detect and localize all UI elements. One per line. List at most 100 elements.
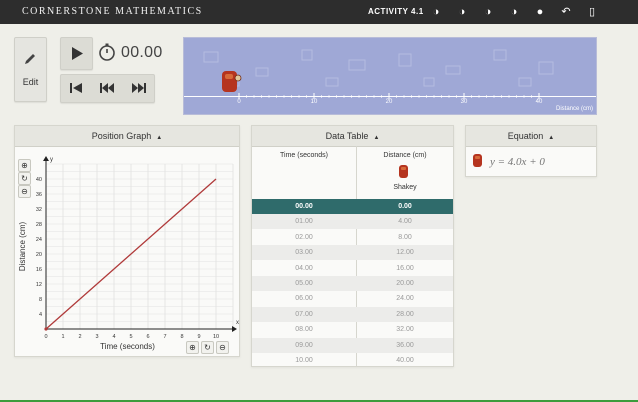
shakey-icon	[473, 154, 482, 167]
caret-up-icon: ▲	[548, 135, 555, 141]
table-row[interactable]: 06.00 24.00	[252, 291, 453, 306]
motion-strip[interactable]: 0 10 20 30 40 Distance (cm)	[183, 37, 597, 115]
strip-tick-10: 10	[310, 99, 318, 105]
y-tick-label: 40	[36, 177, 42, 183]
x-axis-label: Time (seconds)	[100, 342, 155, 351]
position-graph-panel: Position Graph ▲ ⊕ ↻ ⊖ 0 1 2 3 4 5 6 7 8 9 10 4 8 12 16…	[14, 125, 240, 357]
data-table-header[interactable]: Data Table ▲	[252, 126, 453, 147]
equation-panel: Equation ▲ y = 4.0x + 0	[465, 125, 597, 177]
y-tick-label: 4	[39, 312, 42, 318]
table-row[interactable]: 00.00 0.00	[252, 199, 453, 214]
contrast-3-icon[interactable]: ◑	[481, 5, 495, 19]
time-cell: 06.00	[295, 295, 313, 303]
shakey-icon	[399, 165, 408, 178]
contrast-2-icon[interactable]: ◑	[455, 5, 469, 19]
x-tick-label: 8	[180, 334, 183, 340]
time-cell: 03.00	[295, 249, 313, 257]
x-tick-label: 0	[44, 334, 47, 340]
step-forward-icon[interactable]	[131, 82, 147, 94]
table-row[interactable]: 10.00 40.00	[252, 353, 453, 368]
distance-cell: 36.00	[396, 341, 414, 349]
contrast-1-icon[interactable]: ◑	[429, 5, 443, 19]
table-row[interactable]: 09.00 36.00	[252, 337, 453, 353]
time-cell: 00.00	[295, 203, 313, 210]
caret-up-icon: ▲	[156, 135, 163, 141]
x-axis-symbol: x	[236, 320, 239, 326]
exit-icon[interactable]: ▯	[585, 5, 599, 19]
step-back-icon[interactable]	[99, 82, 115, 94]
strip-tick-20: 20	[385, 99, 393, 105]
table-row[interactable]: 03.00 12.00	[252, 245, 453, 261]
time-column-header: Time (seconds)	[280, 152, 328, 159]
strip-tick-40: 40	[535, 99, 543, 105]
back-icon[interactable]: ↶	[559, 5, 573, 19]
edit-button[interactable]: Edit	[14, 37, 47, 102]
position-graph-header[interactable]: Position Graph ▲	[15, 126, 239, 147]
x-tick-label: 4	[112, 334, 115, 340]
shakey-character-icon[interactable]	[220, 68, 242, 94]
x-tick-label: 3	[95, 334, 98, 340]
time-cell: 04.00	[295, 264, 313, 272]
strip-tick-0: 0	[237, 99, 241, 105]
y-tick-label: 20	[36, 252, 42, 258]
timer-value: 00.00	[121, 44, 163, 61]
contrast-4-icon[interactable]: ◑	[507, 5, 521, 19]
time-cell: 10.00	[295, 357, 313, 364]
equation-header[interactable]: Equation ▲	[466, 126, 596, 147]
distance-cell: 32.00	[396, 326, 414, 334]
time-cell: 08.00	[295, 326, 313, 334]
x-tick-label: 9	[197, 334, 200, 340]
x-tick-label: 1	[61, 334, 64, 340]
distance-cell: 0.00	[398, 203, 412, 210]
top-bar: CORNERSTONE MATHEMATICS ACTIVITY 4.1 ◑ ◑…	[0, 0, 638, 24]
x-zoom-out-icon[interactable]: ⊖	[216, 341, 229, 354]
data-table-title: Data Table	[325, 131, 369, 141]
app-title: CORNERSTONE MATHEMATICS	[22, 6, 203, 17]
y-tick-label: 32	[36, 207, 42, 213]
time-cell: 01.00	[295, 218, 313, 226]
strip-axis	[184, 96, 596, 97]
table-row[interactable]: 07.00 28.00	[252, 306, 453, 322]
x-tick-label: 2	[78, 334, 81, 340]
x-zoom-in-icon[interactable]: ⊕	[186, 341, 199, 354]
x-tick-label: 6	[146, 334, 149, 340]
time-cell: 09.00	[295, 341, 313, 349]
distance-cell: 12.00	[396, 249, 414, 257]
y-axis-symbol: y	[50, 157, 53, 163]
play-icon	[72, 47, 83, 60]
playback-controls	[60, 74, 155, 103]
distance-cell: 20.00	[396, 280, 414, 287]
y-tick-label: 36	[36, 192, 42, 198]
series-name-label: Shakey	[393, 184, 417, 191]
equation-text: y = 4.0x + 0	[490, 156, 545, 168]
y-tick-label: 12	[36, 282, 42, 288]
info-icon[interactable]: ●	[533, 5, 547, 19]
play-button[interactable]	[60, 37, 93, 70]
x-reset-icon[interactable]: ↻	[201, 341, 214, 354]
x-axis-arrow	[232, 326, 237, 332]
x-tick-label: 5	[129, 334, 132, 340]
table-row[interactable]: 08.00 32.00	[252, 322, 453, 337]
table-row[interactable]: 04.00 16.00	[252, 261, 453, 276]
distance-cell: 4.00	[398, 218, 412, 226]
activity-label: ACTIVITY 4.1	[368, 7, 424, 16]
origin-point	[44, 327, 48, 331]
skip-to-start-icon[interactable]	[69, 82, 83, 94]
strip-tick-30: 30	[460, 99, 468, 105]
table-row[interactable]: 02.00 8.00	[252, 230, 453, 245]
x-tick-label: 10	[213, 334, 219, 340]
edit-label: Edit	[22, 77, 39, 87]
position-graph-title: Position Graph	[91, 131, 152, 141]
y-axis-arrow	[43, 156, 49, 161]
table-row[interactable]: 01.00 4.00	[252, 214, 453, 230]
distance-cell: 16.00	[396, 264, 414, 272]
y-tick-label: 16	[36, 267, 42, 273]
distance-cell: 28.00	[396, 310, 414, 318]
y-tick-label: 8	[39, 297, 42, 303]
position-graph-chart[interactable]: 0 1 2 3 4 5 6 7 8 9 10481216202428323640xyTime (se…	[15, 146, 239, 356]
x-tick-label: 7	[163, 334, 166, 340]
table-row[interactable]: 05.00 20.00	[252, 276, 453, 291]
distance-cell: 24.00	[396, 295, 414, 303]
y-tick-label: 24	[36, 237, 42, 243]
strip-unit-label: Distance (cm)	[555, 106, 593, 112]
